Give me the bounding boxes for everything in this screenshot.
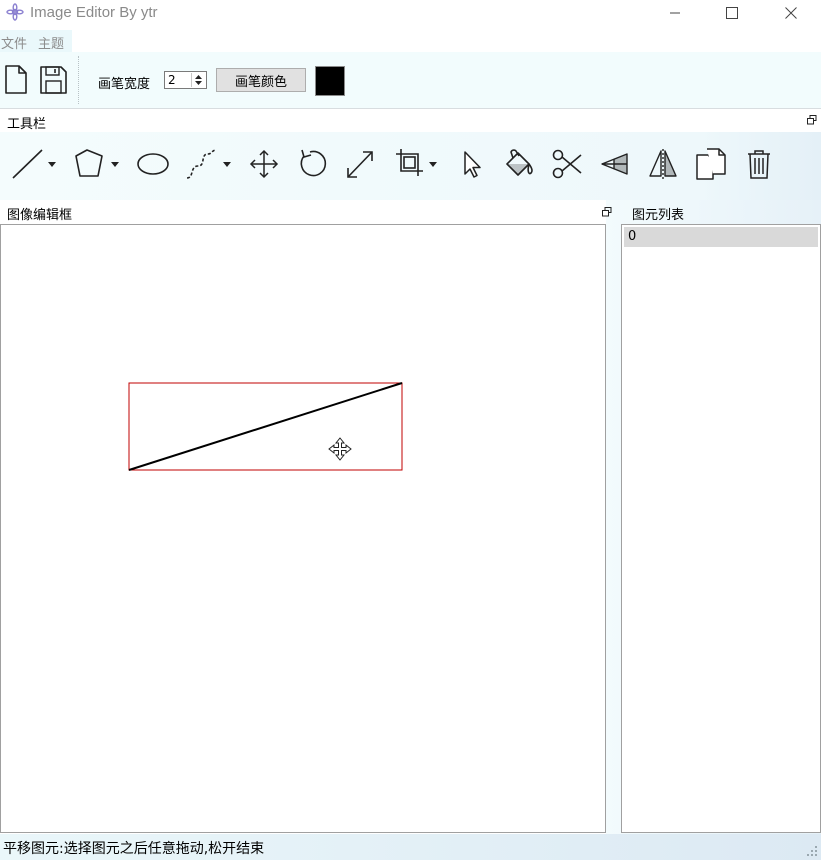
status-text: 平移图元:选择图元之后任意拖动,松开结束 [3,841,265,857]
flip-vertical-icon [649,149,677,179]
move-cursor-icon [328,437,352,461]
paint-bucket-icon [506,149,533,176]
flip-vertical-button[interactable] [646,146,680,182]
ellipse-tool-icon [137,153,169,175]
editor-dock-title: 图像编辑框 [7,208,73,223]
rotate-tool-button[interactable] [296,146,328,182]
line-tool-button[interactable] [10,146,60,182]
save-button[interactable] [38,64,68,96]
primitive-list[interactable]: 0 [621,224,821,833]
polygon-tool-icon [75,149,119,177]
polygon-tool-button[interactable] [72,146,124,182]
pen-width-label: 画笔宽度 [98,77,151,92]
maximize-button[interactable] [709,0,755,26]
curve-tool-icon [186,149,231,179]
ellipse-tool-button[interactable] [136,146,170,182]
primitive-list-title: 图元列表 [632,208,685,223]
menu-file[interactable]: 文件 [1,33,27,52]
copy-button[interactable] [694,146,728,182]
crop-icon [396,149,437,176]
dropdown-arrow-icon [48,162,56,167]
maximize-icon [726,7,738,19]
tools-dock-float-icon[interactable] [807,115,817,125]
flip-horizontal-button[interactable] [598,146,632,182]
fill-tool-button[interactable] [502,146,536,182]
menu-theme[interactable]: 主题 [38,33,64,52]
scissors-icon [552,149,582,179]
list-item[interactable]: 0 [624,227,818,247]
close-button[interactable] [768,0,814,26]
close-icon [785,7,797,19]
tools-dock-title: 工具栏 [7,117,47,132]
toolbar-separator [78,56,79,104]
spin-arrows-icon[interactable] [191,73,205,87]
minimize-icon [670,12,680,14]
move-icon [249,149,279,179]
select-tool-button[interactable] [458,146,486,182]
minimize-button[interactable] [652,0,698,26]
pen-color-swatch[interactable] [315,66,345,96]
editor-dock-float-icon[interactable] [602,207,612,217]
cut-tool-button[interactable] [550,146,584,182]
line-tool-icon [12,149,56,179]
trash-icon [748,150,770,179]
app-icon [6,3,24,21]
rotate-icon [300,149,327,177]
save-icon [40,66,67,94]
scale-icon [347,151,373,178]
curve-tool-button[interactable] [184,146,236,182]
drawing-canvas[interactable] [0,224,606,833]
pen-width-spinbox[interactable]: 2 [164,71,207,89]
delete-button[interactable] [744,146,774,182]
scale-tool-button[interactable] [344,146,376,182]
line-primitive[interactable] [128,382,403,471]
cursor-icon [464,151,481,178]
translate-tool-button[interactable] [248,146,280,182]
flip-horizontal-icon [601,153,628,175]
copy-icon [696,148,726,180]
new-file-icon [5,65,27,94]
window-title: Image Editor By ytr [30,4,158,21]
canvas-drawing [128,382,403,471]
pen-width-value: 2 [168,73,176,87]
new-file-button[interactable] [3,62,29,96]
clip-tool-button[interactable] [393,146,441,182]
pen-color-button[interactable]: 画笔颜色 [216,68,306,92]
resize-grip-icon[interactable] [806,845,818,857]
